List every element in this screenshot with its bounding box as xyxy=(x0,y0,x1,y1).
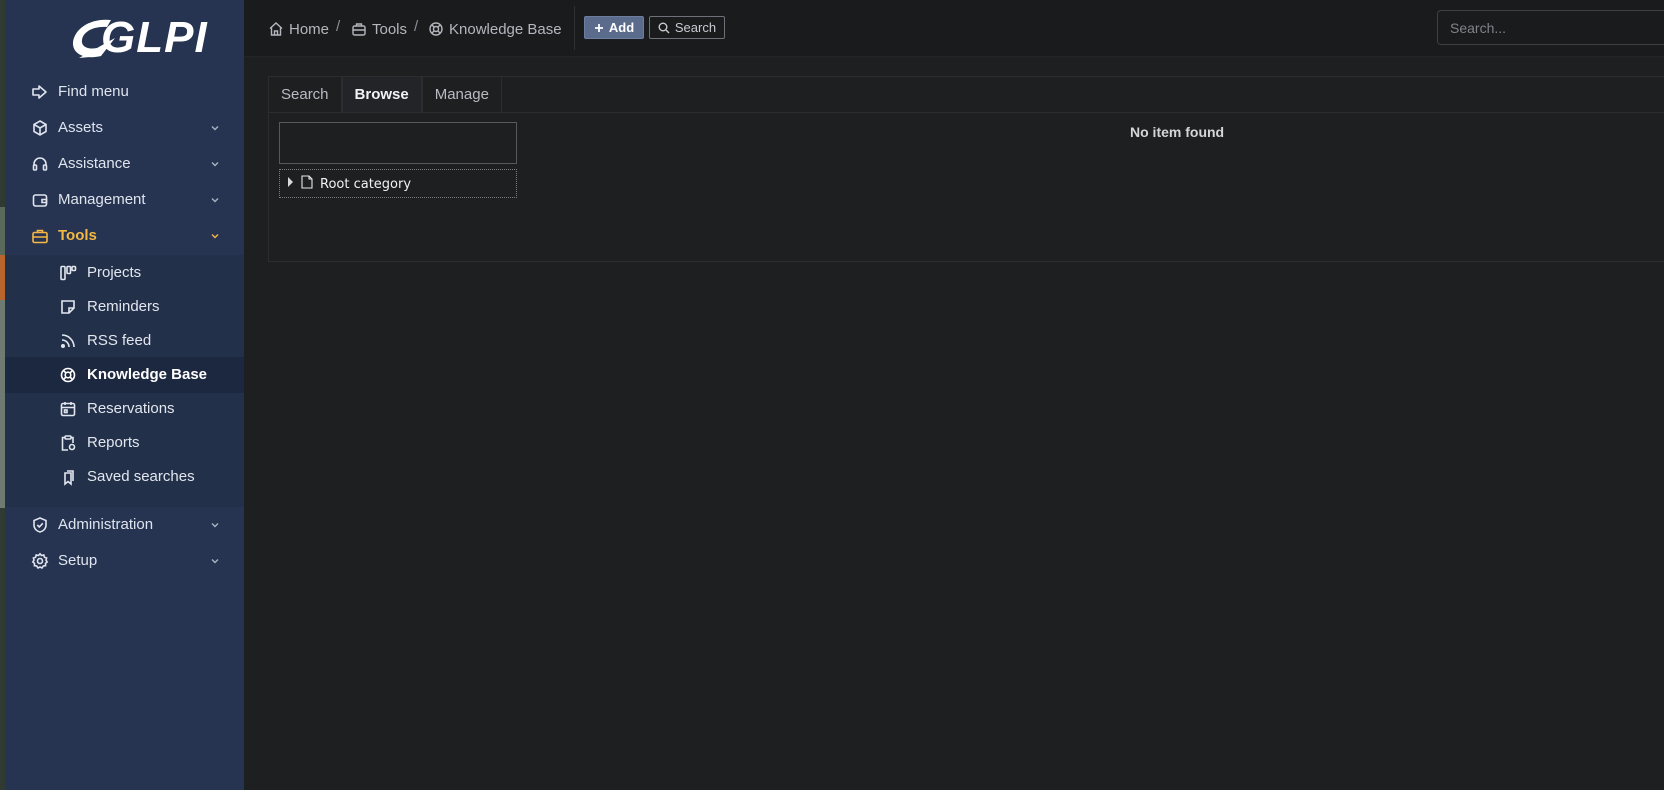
sidebar: GLPI Find menu Assets Assistance Managem… xyxy=(5,0,244,790)
sidebar-item-rss-feed[interactable]: RSS feed xyxy=(5,323,244,359)
columns-icon xyxy=(60,265,77,281)
chevron-down-icon xyxy=(211,234,219,239)
sidebar-item-label: Assistance xyxy=(58,155,131,172)
sidebar-item-label: Management xyxy=(58,191,146,208)
sidebar-subitem-label: Reminders xyxy=(87,298,160,315)
sidebar-item-projects[interactable]: Projects xyxy=(5,255,244,291)
add-button-label: Add xyxy=(608,20,635,35)
breadcrumb-separator: / xyxy=(336,18,341,35)
calendar-icon xyxy=(60,402,76,417)
chevron-down-icon xyxy=(211,523,219,528)
chevron-down-icon xyxy=(211,162,219,167)
lifebuoy-icon xyxy=(60,367,76,383)
sidebar-item-administration[interactable]: Administration xyxy=(5,507,244,543)
breadcrumb-tools[interactable]: Tools xyxy=(351,18,407,40)
search-button-label: Search xyxy=(674,20,717,35)
sidebar-item-reminders[interactable]: Reminders xyxy=(5,289,244,325)
sidebar-item-label: Administration xyxy=(58,516,154,533)
breadcrumb-label: Home xyxy=(289,20,330,38)
sidebar-subitem-label: Saved searches xyxy=(87,468,195,485)
chevron-down-icon xyxy=(211,126,219,131)
sidebar-item-label: Tools xyxy=(58,227,97,244)
sidebar-subitem-label: Knowledge Base xyxy=(87,366,208,383)
briefcase-icon xyxy=(352,23,366,36)
sidebar-item-assets[interactable]: Assets xyxy=(5,110,244,146)
tab-browse[interactable]: Browse xyxy=(341,76,422,112)
arrow-right-in-icon xyxy=(32,85,47,99)
tab-bar: Search Browse Manage xyxy=(268,76,502,112)
briefcase-icon xyxy=(32,229,48,244)
empty-results-message: No item found xyxy=(1130,124,1225,140)
sidebar-item-setup[interactable]: Setup xyxy=(5,543,244,579)
top-bar: Home / Tools / Knowledge Base Add Search xyxy=(244,0,1664,57)
sidebar-item-label: Assets xyxy=(58,119,104,136)
lifebuoy-icon xyxy=(429,22,443,36)
sidebar-subitem-label: Projects xyxy=(87,264,142,281)
cube-icon xyxy=(33,120,47,136)
rss-icon xyxy=(60,334,75,349)
sidebar-item-knowledge-base[interactable]: Knowledge Base xyxy=(5,357,244,393)
sidebar-subitem-label: Reservations xyxy=(87,400,175,417)
add-button[interactable]: Add xyxy=(584,16,644,39)
tab-divider xyxy=(268,112,1664,113)
shield-check-icon xyxy=(33,517,47,533)
sidebar-item-label: Find menu xyxy=(58,83,129,100)
plus-icon xyxy=(594,23,603,32)
search-button[interactable]: Search xyxy=(649,16,725,39)
breadcrumb-knowledge-base[interactable]: Knowledge Base xyxy=(428,18,562,40)
breadcrumb-label: Tools xyxy=(372,20,408,38)
sidebar-item-tools[interactable]: Tools xyxy=(5,218,244,254)
sidebar-item-label: Setup xyxy=(58,552,98,569)
tab-manage[interactable]: Manage xyxy=(421,76,502,112)
chevron-down-icon xyxy=(211,559,219,564)
gear-icon xyxy=(31,552,49,570)
home-icon xyxy=(269,22,283,36)
sidebar-item-saved-searches[interactable]: Saved searches xyxy=(5,459,244,495)
report-icon xyxy=(61,435,76,451)
breadcrumb-home[interactable]: Home xyxy=(268,18,329,40)
note-icon xyxy=(61,300,75,314)
breadcrumb-separator: / xyxy=(414,18,419,35)
document-icon xyxy=(301,175,313,189)
wallet-icon xyxy=(32,194,48,207)
sidebar-item-reports[interactable]: Reports xyxy=(5,425,244,461)
sidebar-item-reservations[interactable]: Reservations xyxy=(5,391,244,427)
sidebar-item-management[interactable]: Management xyxy=(5,182,244,218)
chevron-down-icon xyxy=(211,198,219,203)
toolbar-divider xyxy=(574,6,575,50)
sidebar-item-assistance[interactable]: Assistance xyxy=(5,146,244,182)
tree-filter-input[interactable] xyxy=(279,122,517,164)
tab-search[interactable]: Search xyxy=(268,76,342,112)
search-icon xyxy=(658,22,670,33)
expand-arrow-icon[interactable] xyxy=(288,177,293,187)
sidebar-subitem-label: Reports xyxy=(87,434,140,451)
tree-node-root[interactable]: Root category xyxy=(279,169,517,198)
sidebar-subitem-label: RSS feed xyxy=(87,332,152,349)
global-search-input[interactable] xyxy=(1437,10,1664,45)
breadcrumb-label: Knowledge Base xyxy=(449,20,562,38)
headset-icon xyxy=(32,157,48,171)
logo-text: GLPI xyxy=(101,13,208,62)
bookmarks-icon xyxy=(64,470,74,486)
tree-node-label: Root category xyxy=(320,177,412,192)
sidebar-item-find-menu[interactable]: Find menu xyxy=(5,74,244,110)
